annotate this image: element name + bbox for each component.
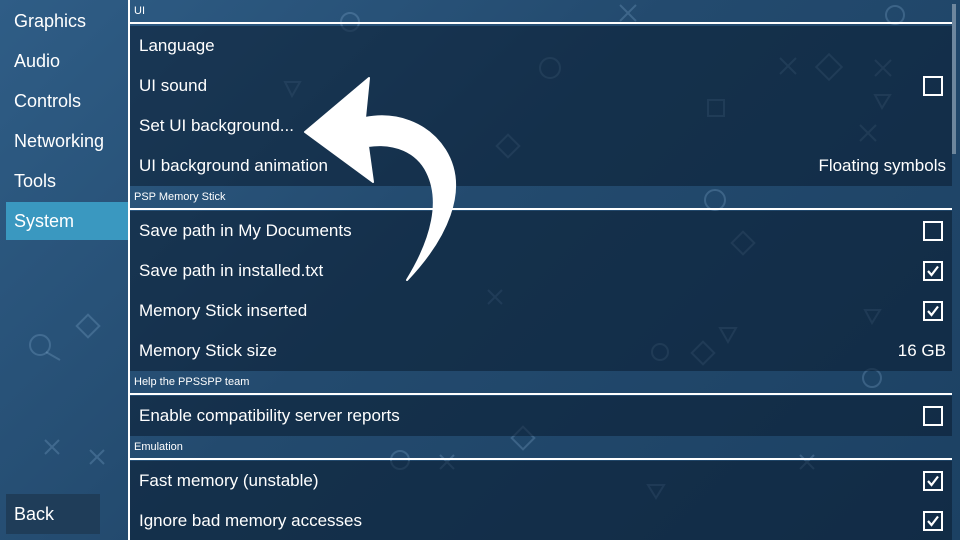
save-path-installed-checkbox[interactable] <box>923 261 943 281</box>
setting-label: Enable compatibility server reports <box>139 406 400 425</box>
compatibility-reports-setting[interactable]: Enable compatibility server reports <box>130 396 952 436</box>
memory-stick-inserted-checkbox[interactable] <box>923 301 943 321</box>
settings-tab-strip: Graphics Audio Controls Networking Tools… <box>0 0 128 540</box>
fast-memory-setting[interactable]: Fast memory (unstable) <box>130 461 952 501</box>
checkmark-icon <box>927 305 939 317</box>
ignore-bad-memory-checkbox[interactable] <box>923 511 943 531</box>
settings-scrollbar[interactable] <box>952 4 956 154</box>
setting-label: Memory Stick inserted <box>139 301 308 320</box>
tab-audio[interactable]: Audio <box>6 42 128 80</box>
setting-value: 16 GB <box>897 341 946 360</box>
section-header-ui: UI <box>130 0 952 24</box>
tab-graphics[interactable]: Graphics <box>6 2 128 40</box>
fast-memory-checkbox[interactable] <box>923 471 943 491</box>
section-header-memory-stick: PSP Memory Stick <box>130 186 952 210</box>
compatibility-reports-checkbox[interactable] <box>923 406 943 426</box>
setting-value: Floating symbols <box>818 156 946 175</box>
curved-arrow-icon <box>304 77 456 281</box>
setting-label: UI sound <box>139 76 208 95</box>
save-path-my-documents-setting[interactable]: Save path in My Documents <box>130 211 952 251</box>
save-path-installed-setting[interactable]: Save path in installed.txt <box>130 251 952 291</box>
setting-label: Fast memory (unstable) <box>139 471 319 490</box>
tab-networking[interactable]: Networking <box>6 122 128 160</box>
set-ui-background-setting[interactable]: Set UI background... <box>130 106 952 146</box>
setting-label: Language <box>139 36 215 55</box>
checkmark-icon <box>927 515 939 527</box>
ignore-bad-memory-setting[interactable]: Ignore bad memory accesses <box>130 501 952 540</box>
save-path-my-documents-checkbox[interactable] <box>923 221 943 241</box>
checkmark-icon <box>927 265 939 277</box>
tab-controls[interactable]: Controls <box>6 82 128 120</box>
setting-label: Ignore bad memory accesses <box>139 511 362 530</box>
back-button[interactable]: Back <box>6 494 100 534</box>
memory-stick-size-setting[interactable]: Memory Stick size 16 GB <box>130 331 952 371</box>
tab-tools[interactable]: Tools <box>6 162 128 200</box>
checkmark-icon <box>927 475 939 487</box>
ui-sound-setting[interactable]: UI sound <box>130 66 952 106</box>
language-setting[interactable]: Language <box>130 26 952 66</box>
tab-system[interactable]: System <box>6 202 128 240</box>
settings-panel: UI Language UI sound Set UI background..… <box>128 0 956 540</box>
setting-label: Memory Stick size <box>139 341 277 360</box>
ui-background-animation-setting[interactable]: UI background animation Floating symbols <box>130 146 952 186</box>
memory-stick-inserted-setting[interactable]: Memory Stick inserted <box>130 291 952 331</box>
section-header-emulation: Emulation <box>130 436 952 460</box>
section-header-help: Help the PPSSPP team <box>130 371 952 395</box>
ui-sound-checkbox[interactable] <box>923 76 943 96</box>
setting-label: Set UI background... <box>139 116 294 135</box>
